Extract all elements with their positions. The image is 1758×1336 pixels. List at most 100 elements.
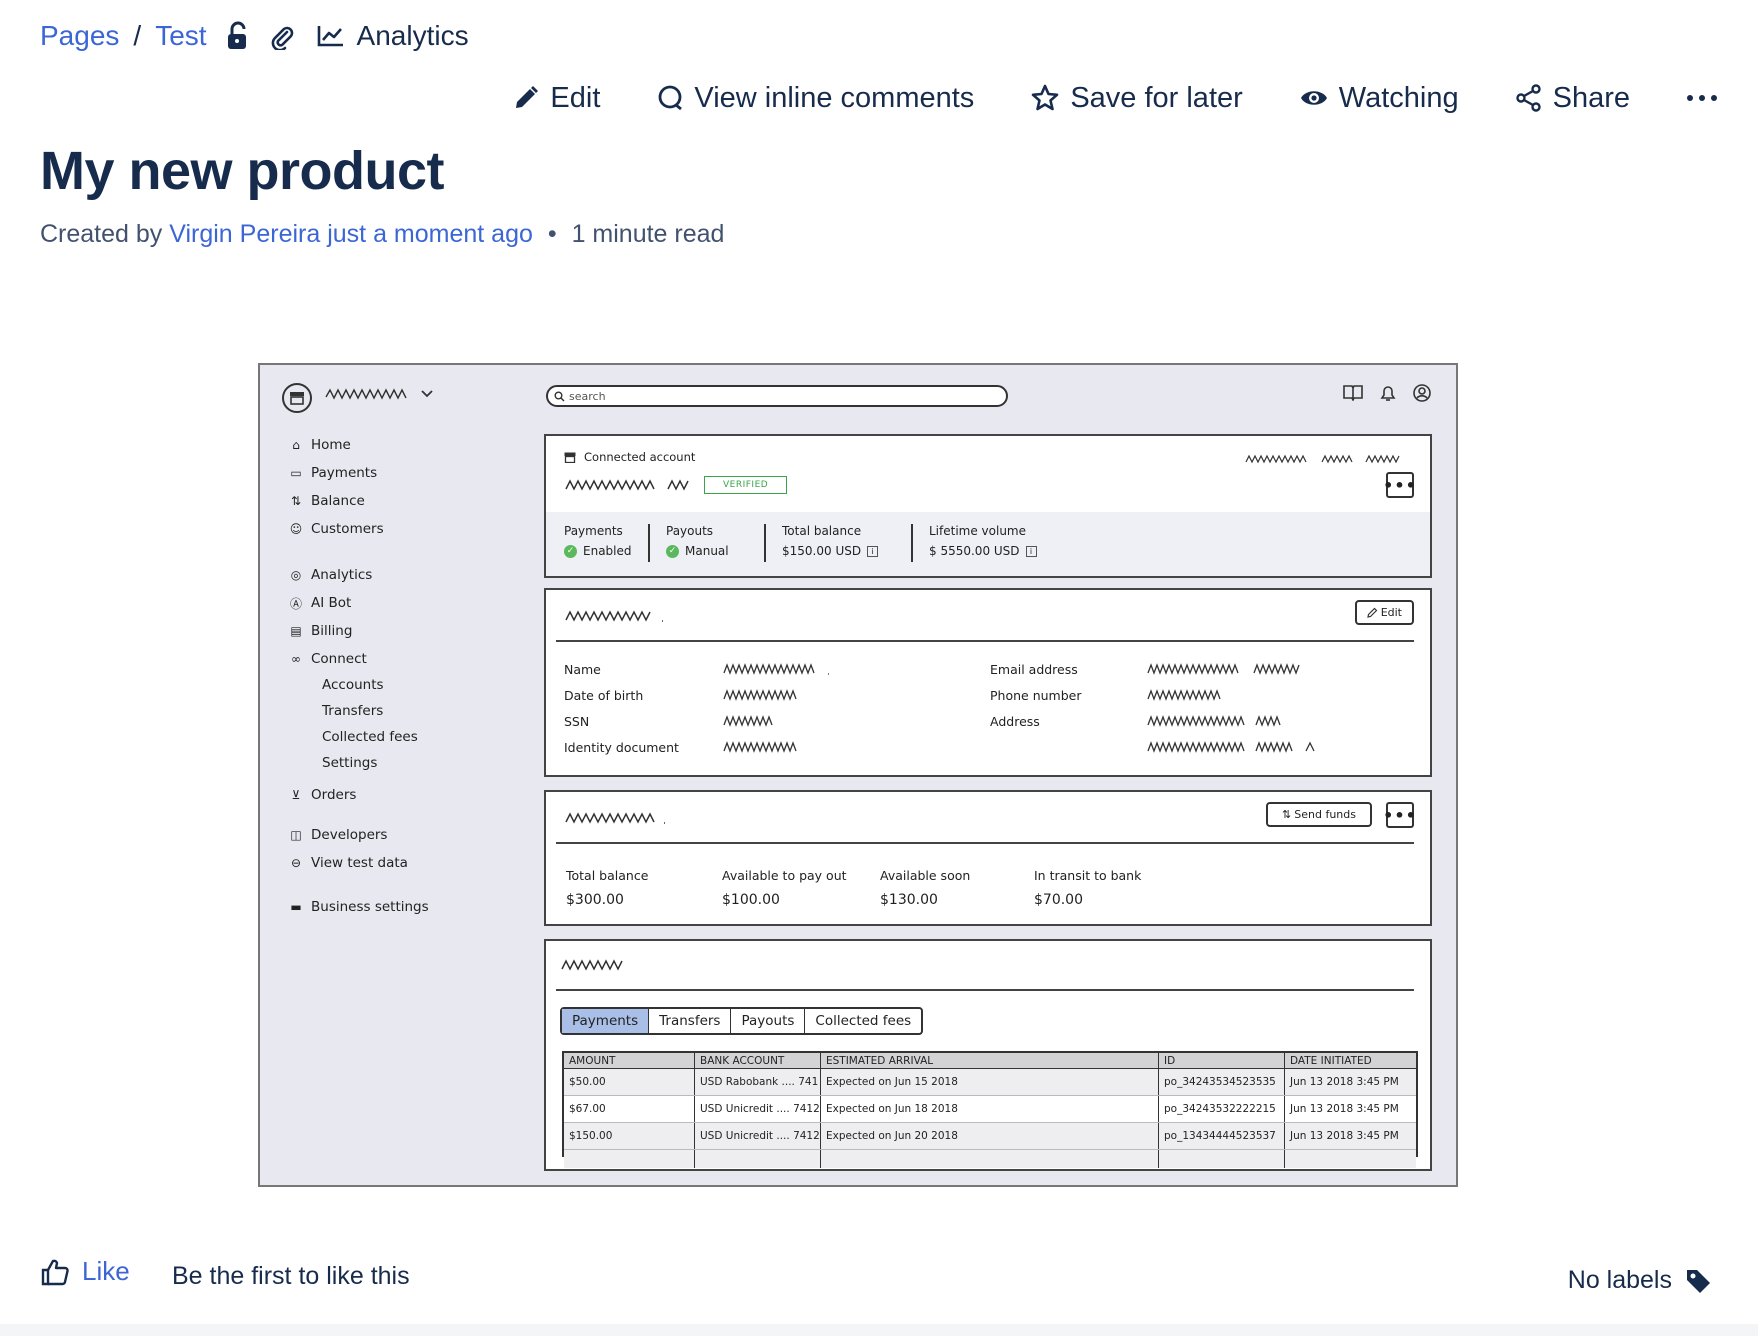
verified-badge: VERIFIED (704, 476, 788, 494)
payments-icon: ▭ (290, 466, 302, 480)
field-name-label: Name (564, 662, 601, 677)
wire-tab-payouts: Payouts (730, 1009, 804, 1033)
wire-nav-developers: ◫ Developers (288, 827, 387, 843)
author-link[interactable]: Virgin Pereira (169, 220, 320, 248)
table-row: $150.00 USD Unicredit .... 7412 Expected… (564, 1123, 1416, 1150)
wire-nav-settings: Settings (322, 755, 378, 771)
customers-icon: ☺ (289, 522, 303, 536)
like-note: Be the first to like this (172, 1262, 410, 1290)
transfer-arrows-icon: ⇅ (1282, 808, 1292, 821)
col-estimated-arrival: ESTIMATED ARRIVAL (820, 1053, 1158, 1068)
view-inline-comments-button[interactable]: View inline comments (656, 82, 974, 115)
watching-button[interactable]: Watching (1299, 82, 1459, 115)
toggle-icon: ⊖ (290, 856, 302, 870)
table-header: AMOUNT BANK ACCOUNT ESTIMATED ARRIVAL ID… (564, 1053, 1416, 1069)
code-icon: ◫ (290, 828, 302, 842)
account-meta-scribble (1244, 450, 1414, 469)
table-row-empty (564, 1150, 1416, 1168)
bottom-bar (0, 1324, 1758, 1336)
check-icon: ✓ (564, 544, 577, 558)
account-stats: Payments ✓ Enabled Payouts ✓ Manual Total … (546, 512, 1430, 576)
field-address-label: Address (990, 714, 1040, 729)
wire-table: AMOUNT BANK ACCOUNT ESTIMATED ARRIVAL ID… (562, 1051, 1418, 1168)
value-scribble (723, 689, 797, 701)
col-bank-account: BANK ACCOUNT (694, 1053, 820, 1068)
connect-icon: ∞ (291, 652, 301, 666)
share-label: Share (1552, 81, 1630, 114)
pencil-small-icon (1366, 607, 1378, 618)
share-icon (1515, 84, 1541, 112)
profile-card: Edit Name Date of birth SSN Identity doc… (544, 588, 1432, 777)
account-name-row: VERIFIED (564, 476, 788, 494)
wire-tab-collected-fees: Collected fees (804, 1009, 921, 1033)
stat-payouts: Payouts ✓ Manual (666, 524, 729, 558)
created-time-link[interactable]: just a moment ago (327, 220, 533, 248)
stat-divider (911, 524, 913, 562)
unlock-icon[interactable] (225, 21, 251, 51)
field-ssn-label: SSN (564, 714, 590, 729)
table-row: $67.00 USD Unicredit .... 7412 Expected … (564, 1096, 1416, 1123)
send-funds-button: ⇅ Send funds (1266, 802, 1372, 827)
edit-button[interactable]: Edit (512, 82, 600, 115)
like-button[interactable]: Like (40, 1256, 130, 1287)
more-actions-button[interactable] (1686, 94, 1718, 102)
breadcrumb-test[interactable]: Test (155, 20, 206, 52)
breadcrumb-pages[interactable]: Pages (40, 20, 119, 52)
share-button[interactable]: Share (1515, 82, 1630, 115)
wire-nav-orders: ⊻ Orders (288, 787, 357, 803)
balance-more-button: ••• (1383, 802, 1416, 828)
billing-icon: ▤ (290, 624, 302, 638)
wire-nav-balance: ⇅ Balance (288, 493, 365, 509)
wire-nav-view-test-data: ⊖ View test data (288, 855, 408, 871)
ai-bot-icon: Ⓐ (289, 596, 302, 611)
account-name-scribble (325, 388, 407, 400)
wire-nav-ai-bot: Ⓐ AI Bot (289, 595, 352, 611)
save-for-later-button[interactable]: Save for later (1030, 81, 1243, 115)
wireframe-image: search ⌂ Home ▭ Payments ⇅ Balance ☺ Custome… (258, 363, 1458, 1187)
wire-nav-billing: ▤ Billing (288, 623, 352, 639)
attachment-icon[interactable] (269, 22, 295, 50)
value-scribble (1147, 741, 1315, 753)
profile-title-scribble (565, 610, 663, 622)
field-dob-label: Date of birth (564, 688, 644, 703)
stat-total-balance: Total balance $150.00 USD i (782, 524, 879, 558)
balance-in-transit: In transit to bank $70.00 (1034, 868, 1142, 908)
connected-account-label: Connected account (564, 450, 695, 464)
value-scribble (1147, 689, 1221, 701)
card-divider (556, 842, 1414, 844)
col-date-initiated: DATE INITIATED (1284, 1053, 1416, 1068)
thumbs-up-icon (41, 1259, 69, 1285)
wire-nav-business-settings: ▬ Business settings (288, 899, 428, 915)
card-divider (556, 989, 1414, 991)
save-later-label: Save for later (1070, 81, 1243, 114)
labels-section[interactable]: No labels (1568, 1266, 1712, 1295)
chevron-down-icon (421, 390, 433, 398)
profile-edit-button: Edit (1354, 600, 1414, 625)
pencil-icon (516, 86, 539, 108)
analytics-link[interactable]: Analytics (317, 20, 469, 52)
balance-total: Total balance $300.00 (566, 868, 649, 908)
wire-nav-analytics: ◎ Analytics (288, 567, 373, 583)
account-more-button: ••• (1383, 472, 1416, 498)
wire-top-icons (1342, 383, 1432, 403)
comment-icon (658, 85, 683, 111)
transactions-card: Payments Transfers Payouts Collected fee… (544, 939, 1432, 1171)
field-identity-label: Identity document (564, 740, 679, 755)
wire-nav-connect: ∞ Connect (288, 651, 367, 667)
star-icon (1032, 84, 1059, 111)
stat-payments: Payments ✓ Enabled (564, 524, 632, 558)
edit-label: Edit (550, 81, 601, 114)
eye-icon (1300, 91, 1327, 105)
like-label: Like (82, 1256, 130, 1286)
wire-nav-home: ⌂ Home (288, 437, 351, 453)
col-id: ID (1158, 1053, 1284, 1068)
search-icon (554, 391, 565, 401)
wire-tabs: Payments Transfers Payouts Collected fee… (560, 1007, 924, 1035)
store-logo-icon (282, 383, 312, 413)
info-icon: i (867, 545, 879, 557)
no-labels-text: No labels (1567, 1266, 1672, 1294)
breadcrumb: Pages / Test Analytics (40, 18, 469, 54)
wire-tab-transfers: Transfers (648, 1009, 730, 1033)
page-toolbar: Edit View inline comments Save for later… (512, 76, 1718, 120)
byline-prefix: Created by (40, 220, 163, 248)
